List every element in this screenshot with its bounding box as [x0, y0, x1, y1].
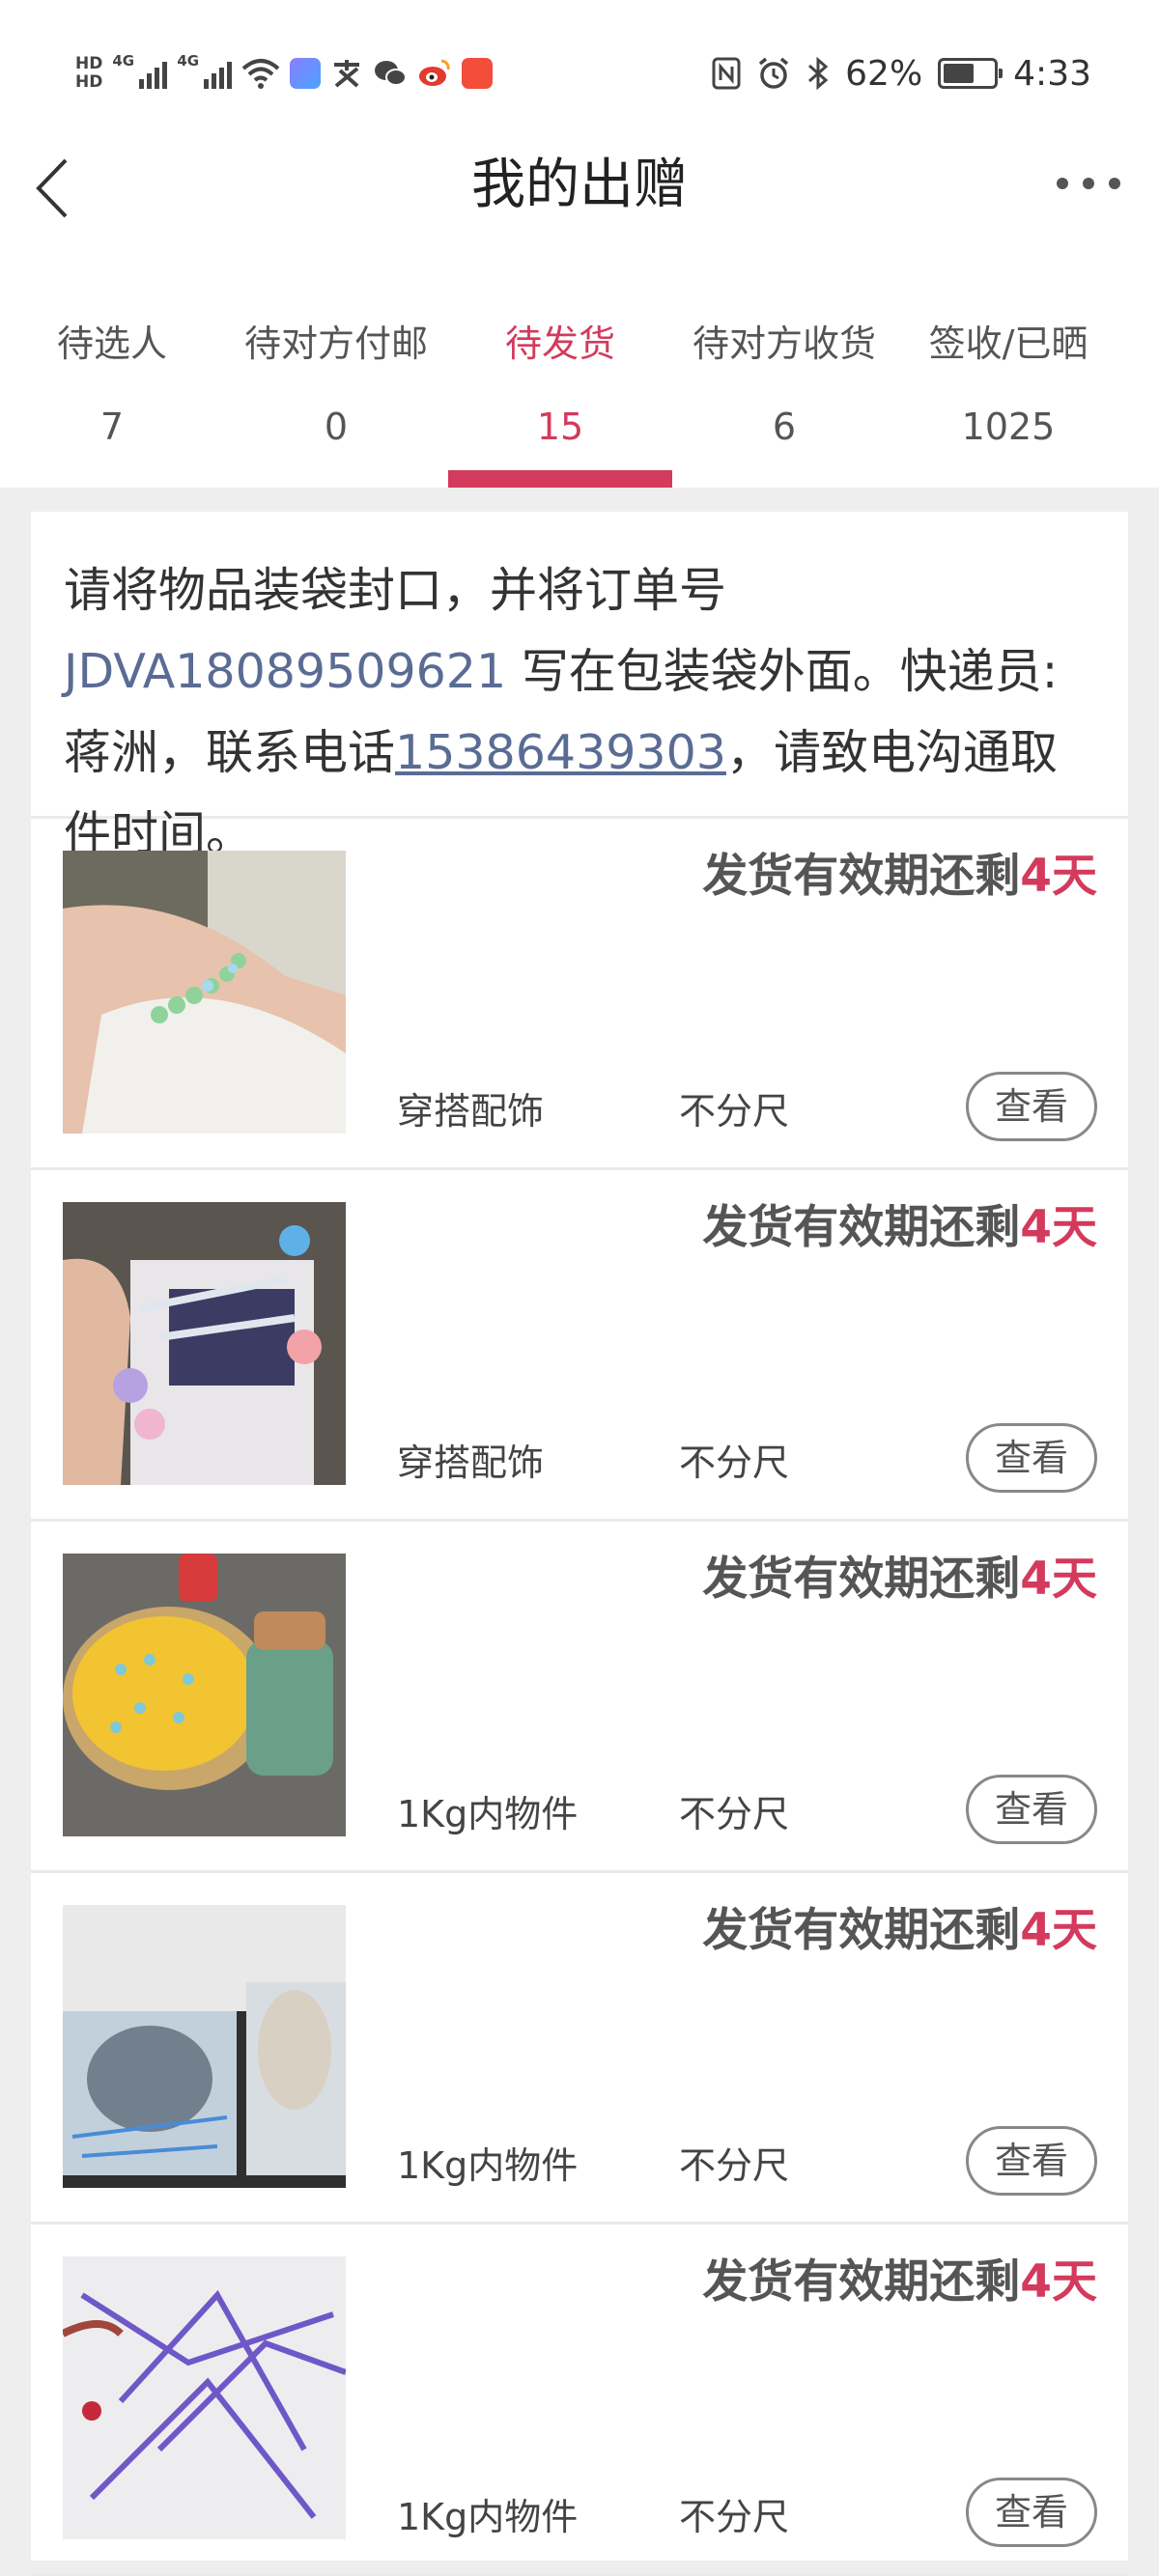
alarm-icon: [756, 56, 791, 91]
alipay-icon: [330, 57, 363, 90]
battery-percent: 62%: [845, 54, 922, 94]
courier-phone-link[interactable]: 15386439303: [395, 725, 726, 780]
item-category: 穿搭配饰: [397, 1433, 544, 1486]
shipment-list: 请将物品装袋封口，并将订单号 JDVA18089509621 写在包装袋外面。快…: [31, 512, 1128, 2561]
taobao-icon: [462, 58, 493, 89]
item-size: 不分尺: [679, 2136, 789, 2189]
battery-icon: [938, 58, 998, 89]
tab-label: 待发货: [448, 319, 672, 369]
order-number: JDVA18089509621: [64, 644, 506, 699]
item-thumbnail: [63, 851, 346, 1134]
deadline-label: 发货有效期还剩: [702, 1553, 1020, 1606]
status-left: HD HD 4G 4G: [75, 42, 493, 104]
item-thumbnail: [63, 2256, 346, 2539]
signal-icon: 4G: [177, 58, 232, 89]
net1-label: 4G: [112, 52, 134, 70]
tab-pending-receipt[interactable]: 待对方收货 6: [672, 280, 896, 488]
list-item[interactable]: 发货有效期还剩4天 1Kg内物件 不分尺 查看: [31, 1873, 1128, 2225]
status-right: 62% 4:33: [712, 42, 1091, 104]
hd1-label: HD: [75, 55, 102, 73]
clock: 4:33: [1013, 54, 1091, 94]
item-size: 不分尺: [679, 2487, 789, 2540]
deadline-days: 4天: [1020, 1201, 1097, 1254]
bluetooth-icon: [806, 56, 830, 91]
hd2-label: HD: [75, 73, 102, 92]
tab-label: 待选人: [0, 319, 224, 369]
tab-label: 待对方付邮: [224, 319, 448, 369]
tab-count: 6: [672, 404, 896, 450]
hd-indicator: HD HD: [75, 55, 102, 92]
deadline-days: 4天: [1020, 1904, 1097, 1957]
notice-text: 请将物品装袋封口，并将订单号: [64, 563, 726, 618]
signal-icon: 4G: [112, 58, 167, 89]
tab-label: 待对方收货: [672, 319, 896, 369]
item-size: 不分尺: [679, 1784, 789, 1837]
app-icon: [290, 58, 321, 89]
item-thumbnail: [63, 1202, 346, 1485]
tab-count: 1025: [896, 404, 1120, 450]
deadline-label: 发货有效期还剩: [702, 1201, 1020, 1254]
list-item[interactable]: 发货有效期还剩4天 穿搭配饰 不分尺 查看: [31, 819, 1128, 1170]
wifi-icon: [241, 57, 280, 90]
shipping-notice: 请将物品装袋封口，并将订单号 JDVA18089509621 写在包装袋外面。快…: [31, 512, 1128, 819]
item-category: 1Kg内物件: [397, 2136, 578, 2189]
deadline-days: 4天: [1020, 1553, 1097, 1606]
list-item[interactable]: 发货有效期还剩4天 穿搭配饰 不分尺 查看: [31, 1170, 1128, 1522]
view-button[interactable]: 查看: [966, 1072, 1097, 1141]
deadline-label: 发货有效期还剩: [702, 850, 1020, 903]
active-tab-indicator: [448, 470, 672, 488]
more-icon[interactable]: [1057, 166, 1120, 201]
tab-received-shared[interactable]: 签收/已晒 1025: [896, 280, 1120, 488]
weibo-icon: [417, 57, 452, 90]
nfc-icon: [712, 57, 741, 90]
tab-count: 7: [0, 404, 224, 450]
view-button[interactable]: 查看: [966, 2478, 1097, 2547]
tab-count: 15: [448, 404, 672, 450]
item-category: 穿搭配饰: [397, 1081, 544, 1134]
page-title: 我的出赠: [0, 149, 1159, 222]
tab-pending-shipment[interactable]: 待发货 15: [448, 280, 672, 488]
item-category: 1Kg内物件: [397, 2487, 578, 2540]
item-thumbnail: [63, 1905, 346, 2188]
view-button[interactable]: 查看: [966, 1423, 1097, 1493]
deadline-days: 4天: [1020, 2255, 1097, 2309]
net2-label: 4G: [177, 52, 199, 70]
deadline-label: 发货有效期还剩: [702, 2255, 1020, 2309]
item-thumbnail: [63, 1554, 346, 1836]
shipping-deadline: 发货有效期还剩4天: [702, 1900, 1097, 1962]
item-size: 不分尺: [679, 1081, 789, 1134]
view-button[interactable]: 查看: [966, 1775, 1097, 1844]
list-item[interactable]: 发货有效期还剩4天 1Kg内物件 不分尺 查看: [31, 1522, 1128, 1873]
shipping-deadline: 发货有效期还剩4天: [702, 846, 1097, 908]
item-size: 不分尺: [679, 1433, 789, 1486]
shipping-deadline: 发货有效期还剩4天: [702, 1197, 1097, 1259]
tab-pending-postage[interactable]: 待对方付邮 0: [224, 280, 448, 488]
view-button[interactable]: 查看: [966, 2126, 1097, 2196]
wechat-icon: [373, 57, 408, 90]
tab-pending-selection[interactable]: 待选人 7: [0, 280, 224, 488]
tab-count: 0: [224, 404, 448, 450]
shipping-deadline: 发货有效期还剩4天: [702, 2252, 1097, 2313]
deadline-label: 发货有效期还剩: [702, 1904, 1020, 1957]
item-category: 1Kg内物件: [397, 1784, 578, 1837]
tab-bar: 待选人 7 待对方付邮 0 待发货 15 待对方收货 6 签收/已晒 1025: [0, 280, 1159, 488]
list-item[interactable]: 发货有效期还剩4天 1Kg内物件 不分尺 查看: [31, 2225, 1128, 2576]
deadline-days: 4天: [1020, 850, 1097, 903]
shipping-deadline: 发货有效期还剩4天: [702, 1549, 1097, 1610]
tab-label: 签收/已晒: [896, 319, 1120, 369]
status-bar: HD HD 4G 4G: [0, 0, 1159, 145]
battery-fill: [944, 64, 974, 83]
